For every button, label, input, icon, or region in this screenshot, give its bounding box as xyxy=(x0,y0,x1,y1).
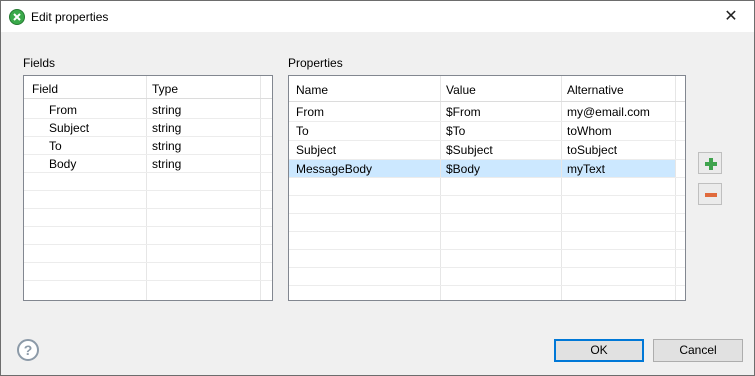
help-icon[interactable]: ? xyxy=(17,339,39,361)
header-divider xyxy=(24,98,272,99)
properties-cell-alternative[interactable]: my@email.com xyxy=(567,105,650,119)
remove-property-button[interactable] xyxy=(698,183,722,205)
properties-cell-name[interactable]: From xyxy=(296,105,324,119)
fields-cell-type[interactable]: string xyxy=(152,103,181,117)
properties-cell-alternative[interactable]: toSubject xyxy=(567,143,617,157)
column-header-name[interactable]: Name xyxy=(296,83,328,97)
ok-button[interactable]: OK xyxy=(554,339,644,362)
close-button[interactable]: ✕ xyxy=(708,1,754,32)
fields-cell-type[interactable]: string xyxy=(152,139,181,153)
close-icon: ✕ xyxy=(724,8,738,25)
column-divider xyxy=(146,76,147,300)
row-divider xyxy=(289,159,685,160)
row-divider xyxy=(289,121,685,122)
plus-icon xyxy=(705,158,717,170)
properties-table[interactable]: Name Value Alternative From $From my@ema… xyxy=(288,75,686,301)
row-divider xyxy=(289,177,685,178)
add-property-button[interactable] xyxy=(698,152,722,174)
column-header-field[interactable]: Field xyxy=(32,82,58,96)
fields-label: Fields xyxy=(23,56,56,70)
properties-label: Properties xyxy=(288,56,343,70)
edit-properties-dialog: Edit properties ✕ Fields Field Type From… xyxy=(0,0,755,376)
row-divider xyxy=(24,226,272,227)
cancel-button[interactable]: Cancel xyxy=(653,339,743,362)
row-divider xyxy=(289,267,685,268)
row-divider xyxy=(24,280,272,281)
properties-cell-name[interactable]: Subject xyxy=(296,143,336,157)
properties-cell-alternative[interactable]: myText xyxy=(567,162,605,176)
fields-cell-name[interactable]: Body xyxy=(49,157,76,171)
minus-icon xyxy=(705,193,717,197)
row-divider xyxy=(289,140,685,141)
properties-cell-name[interactable]: MessageBody xyxy=(296,162,372,176)
fields-cell-name[interactable]: From xyxy=(49,103,77,117)
fields-cell-name[interactable]: Subject xyxy=(49,121,89,135)
title-bar: Edit properties ✕ xyxy=(1,1,754,32)
row-divider xyxy=(24,190,272,191)
row-divider xyxy=(24,244,272,245)
properties-cell-value[interactable]: $From xyxy=(446,105,481,119)
column-header-type[interactable]: Type xyxy=(152,82,178,96)
column-divider xyxy=(260,76,261,300)
row-divider xyxy=(289,213,685,214)
header-divider xyxy=(289,101,685,102)
window-title: Edit properties xyxy=(31,10,109,24)
properties-cell-name[interactable]: To xyxy=(296,124,309,138)
fields-cell-name[interactable]: To xyxy=(49,139,62,153)
row-divider xyxy=(24,136,272,137)
row-divider xyxy=(289,249,685,250)
column-header-alternative[interactable]: Alternative xyxy=(567,83,624,97)
row-divider xyxy=(289,231,685,232)
row-divider xyxy=(24,154,272,155)
row-divider xyxy=(24,172,272,173)
row-divider xyxy=(289,195,685,196)
properties-cell-alternative[interactable]: toWhom xyxy=(567,124,612,138)
fields-table[interactable]: Field Type From string Subject string To… xyxy=(23,75,273,301)
properties-cell-value[interactable]: $Subject xyxy=(446,143,493,157)
properties-cell-value[interactable]: $Body xyxy=(446,162,480,176)
row-divider xyxy=(24,118,272,119)
fields-cell-type[interactable]: string xyxy=(152,157,181,171)
column-header-value[interactable]: Value xyxy=(446,83,476,97)
properties-cell-value[interactable]: $To xyxy=(446,124,465,138)
app-logo-icon xyxy=(9,9,25,25)
fields-cell-type[interactable]: string xyxy=(152,121,181,135)
row-divider xyxy=(24,262,272,263)
row-divider xyxy=(289,285,685,286)
row-divider xyxy=(24,208,272,209)
